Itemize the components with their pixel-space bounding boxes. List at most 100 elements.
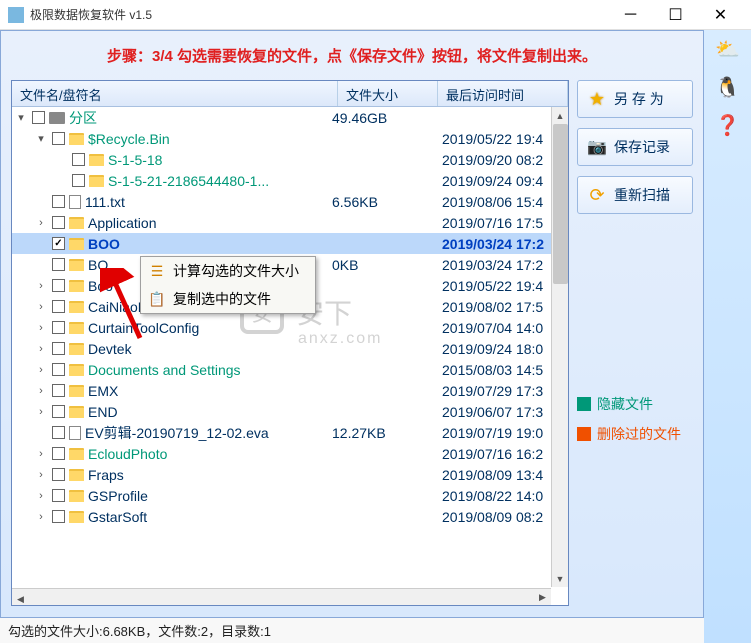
list-icon: ☰ [147, 262, 167, 280]
star-icon: ★ [586, 88, 608, 110]
file-tree[interactable]: ▾ 分区 49.46GB ▾$Recycle.Bin2019/05/22 19:… [12, 107, 568, 605]
folder-icon [69, 364, 84, 376]
expand-icon[interactable]: › [34, 406, 48, 418]
expand-icon[interactable]: › [34, 490, 48, 502]
checkbox[interactable] [32, 111, 45, 124]
row-time: 2019/07/04 14:0 [442, 320, 543, 336]
col-name[interactable]: 文件名/盘符名 [12, 81, 338, 106]
col-time[interactable]: 最后访问时间 [438, 81, 568, 106]
help-icon[interactable]: ❓ [715, 112, 741, 138]
row-label: EcloudPhoto [88, 446, 167, 462]
checkbox[interactable] [52, 363, 65, 376]
expand-icon[interactable]: › [34, 217, 48, 229]
maximize-button[interactable]: ☐ [653, 0, 698, 30]
penguin-icon[interactable]: 🐧 [715, 74, 741, 100]
save-as-button[interactable]: ★ 另 存 为 [577, 80, 693, 118]
ctx-calc-size[interactable]: ☰ 计算勾选的文件大小 [141, 257, 315, 285]
file-list-panel: 文件名/盘符名 文件大小 最后访问时间 ▾ 分区 49.46GB ▾$Recyc… [11, 80, 569, 606]
tree-row[interactable]: › EcloudPhoto 2019/07/16 16:2 [12, 443, 568, 464]
expand-icon[interactable]: › [34, 469, 48, 481]
tree-row[interactable]: ›GstarSoft2019/08/09 08:2 [12, 506, 568, 527]
folder-icon [69, 490, 84, 502]
expand-icon[interactable]: ▾ [14, 111, 28, 124]
ctx-copy-selected[interactable]: 📋 复制选中的文件 [141, 285, 315, 313]
checkbox[interactable] [52, 279, 65, 292]
checkbox[interactable] [52, 510, 65, 523]
tree-row[interactable]: ›Devtek2019/09/24 18:0 [12, 338, 568, 359]
tree-row[interactable]: BOO2019/03/24 17:2 [12, 233, 568, 254]
scroll-left-icon[interactable]: ◀ [12, 591, 29, 608]
tree-row[interactable]: ›EMX2019/07/29 17:3 [12, 380, 568, 401]
tree-row[interactable]: ›CurtainToolConfig2019/07/04 14:0 [12, 317, 568, 338]
checkbox[interactable] [52, 384, 65, 397]
expand-icon[interactable]: ▾ [34, 132, 48, 145]
checkbox[interactable] [52, 216, 65, 229]
weather-icon[interactable]: ⛅ [715, 36, 741, 62]
checkbox[interactable] [72, 153, 85, 166]
expand-icon[interactable]: › [34, 385, 48, 397]
row-time: 2019/09/20 08:2 [442, 152, 543, 168]
checkbox[interactable] [52, 468, 65, 481]
row-label: BO [88, 257, 108, 273]
scroll-down-icon[interactable]: ▼ [552, 570, 568, 587]
scroll-thumb[interactable] [553, 124, 568, 284]
checkbox[interactable] [52, 321, 65, 334]
row-time: 2019/09/24 09:4 [442, 173, 543, 189]
checkbox[interactable] [52, 342, 65, 355]
vertical-scrollbar[interactable]: ▲ ▼ [551, 107, 568, 587]
tree-row[interactable]: S-1-5-182019/09/20 08:2 [12, 149, 568, 170]
close-button[interactable]: ✕ [698, 0, 743, 30]
expand-icon[interactable]: › [34, 280, 48, 292]
row-time: 2019/03/24 17:2 [442, 257, 543, 273]
checkbox[interactable] [52, 195, 65, 208]
checkbox[interactable] [72, 174, 85, 187]
row-label: EV剪辑-20190719_12-02.eva [85, 423, 269, 443]
tree-row[interactable]: EV剪辑-20190719_12-02.eva12.27KB2019/07/19… [12, 422, 568, 443]
expand-icon[interactable]: › [34, 301, 48, 313]
tree-row[interactable]: 111.txt6.56KB2019/08/06 15:4 [12, 191, 568, 212]
save-record-button[interactable]: 📷 保存记录 [577, 128, 693, 166]
checkbox[interactable] [52, 237, 65, 250]
row-label: Devtek [88, 341, 132, 357]
checkbox[interactable] [52, 132, 65, 145]
expand-icon[interactable]: › [34, 364, 48, 376]
checkbox[interactable] [52, 426, 65, 439]
tree-row[interactable]: ›END2019/06/07 17:3 [12, 401, 568, 422]
checkbox[interactable] [52, 300, 65, 313]
tree-root-row[interactable]: ▾ 分区 49.46GB [12, 107, 568, 128]
checkbox[interactable] [52, 447, 65, 460]
rescan-label: 重新扫描 [614, 185, 670, 205]
ctx-calc-label: 计算勾选的文件大小 [173, 261, 299, 281]
expand-icon[interactable]: › [34, 448, 48, 460]
tree-row[interactable]: ›Application2019/07/16 17:5 [12, 212, 568, 233]
horizontal-scrollbar[interactable]: ◀ ▶ [12, 588, 551, 605]
window-title: 极限数据恢复软件 v1.5 [30, 6, 608, 23]
folder-icon [69, 259, 84, 271]
row-label: 111.txt [85, 194, 125, 210]
tree-row[interactable]: ›Fraps2019/08/09 13:4 [12, 464, 568, 485]
tree-row[interactable]: S-1-5-21-2186544480-1...2019/09/24 09:4 [12, 170, 568, 191]
tree-row[interactable]: ›Documents and Settings2015/08/03 14:5 [12, 359, 568, 380]
minimize-button[interactable]: ─ [608, 0, 653, 30]
checkbox[interactable] [52, 489, 65, 502]
row-size: 6.56KB [332, 194, 378, 210]
checkbox[interactable] [52, 405, 65, 418]
folder-icon [69, 133, 84, 145]
expand-icon[interactable]: › [34, 343, 48, 355]
tree-row[interactable]: ▾$Recycle.Bin2019/05/22 19:4 [12, 128, 568, 149]
row-time: 2019/07/16 16:2 [442, 446, 543, 462]
legend-hidden-swatch [577, 397, 591, 411]
scroll-right-icon[interactable]: ▶ [534, 589, 551, 606]
expand-icon[interactable]: › [34, 511, 48, 523]
rescan-button[interactable]: ⟳ 重新扫描 [577, 176, 693, 214]
save-record-label: 保存记录 [614, 137, 670, 157]
expand-icon[interactable]: › [34, 322, 48, 334]
file-icon [69, 195, 81, 209]
row-time: 2019/07/16 17:5 [442, 215, 543, 231]
col-size[interactable]: 文件大小 [338, 81, 438, 106]
side-buttons: ★ 另 存 为 📷 保存记录 ⟳ 重新扫描 隐藏文件 删除过的文件 [577, 80, 693, 606]
scroll-up-icon[interactable]: ▲ [552, 107, 568, 124]
checkbox[interactable] [52, 258, 65, 271]
tree-row[interactable]: ›GSProfile2019/08/22 14:0 [12, 485, 568, 506]
legend: 隐藏文件 删除过的文件 [577, 394, 693, 444]
